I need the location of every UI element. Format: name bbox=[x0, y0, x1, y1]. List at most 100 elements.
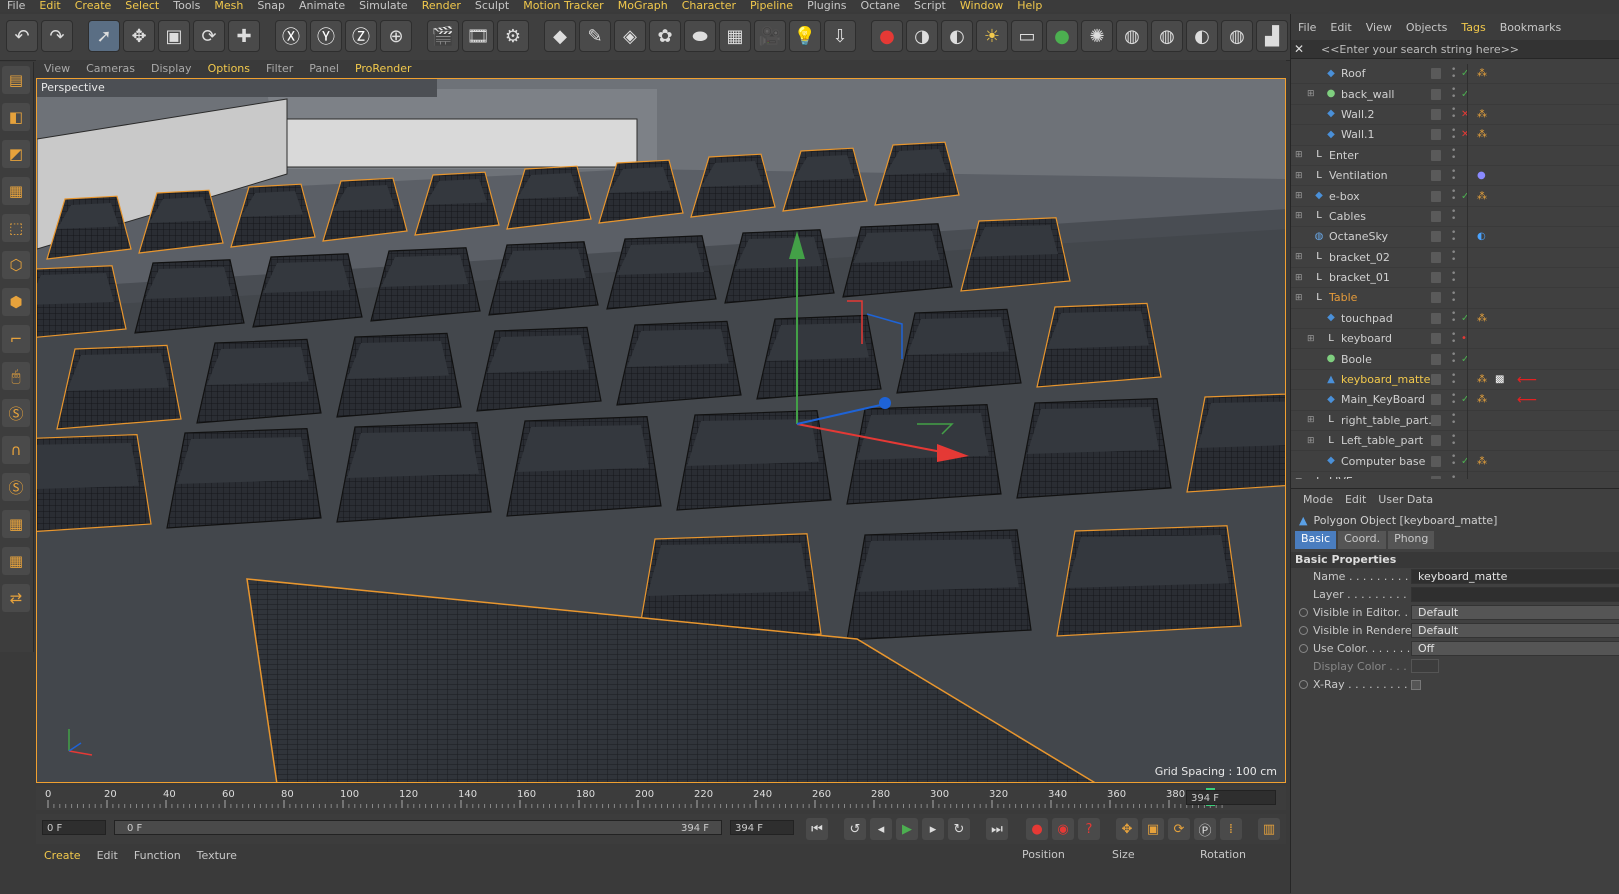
plane-icon[interactable]: ▦ bbox=[719, 20, 751, 52]
prev-key-icon[interactable]: ↺ bbox=[844, 818, 866, 840]
object-row[interactable]: ⊞ L Ventilation • • ● bbox=[1291, 166, 1619, 187]
redo-icon[interactable]: ↷ bbox=[41, 20, 73, 52]
object-row[interactable]: ◆ touchpad • • ✓ ⁂ bbox=[1291, 309, 1619, 330]
object-name[interactable]: Wall.1 bbox=[1341, 128, 1375, 141]
expand-toggle-icon[interactable]: ⊞ bbox=[1307, 415, 1317, 425]
axis-mode-icon[interactable]: ⌐ bbox=[2, 325, 30, 353]
object-name[interactable]: e-box bbox=[1329, 190, 1360, 203]
visibility-dots-icon[interactable]: •• bbox=[1451, 371, 1456, 387]
object-name[interactable]: Wall.2 bbox=[1341, 108, 1375, 121]
menu-select[interactable]: Select bbox=[118, 0, 166, 12]
property-dropdown[interactable]: Default bbox=[1411, 605, 1619, 620]
octane-sun-icon[interactable]: ☀ bbox=[976, 20, 1008, 52]
visibility-dots-icon[interactable]: •• bbox=[1451, 351, 1456, 367]
property-dropdown[interactable]: Default bbox=[1411, 623, 1619, 638]
object-row[interactable]: ● Boole • • ✓ bbox=[1291, 349, 1619, 370]
om-menu-edit[interactable]: Edit bbox=[1323, 21, 1358, 34]
menu-render[interactable]: Render bbox=[415, 0, 468, 12]
material-tag-icon[interactable]: ⁂ bbox=[1477, 191, 1487, 202]
expand-toggle-icon[interactable]: ⊞ bbox=[1295, 293, 1305, 303]
viewport-perspective[interactable]: Perspective Grid Spacing : 100 cm bbox=[36, 78, 1286, 783]
object-row[interactable]: ▲ keyboard_matte • • ⁂ ▩ ⟵ bbox=[1291, 370, 1619, 391]
menu-sculpt[interactable]: Sculpt bbox=[468, 0, 516, 12]
property-text-field[interactable]: keyboard_matte bbox=[1411, 569, 1619, 584]
sphere-tag-icon[interactable]: ● bbox=[1477, 170, 1486, 181]
object-row[interactable]: ⊞ Lbracket_01 • • bbox=[1291, 268, 1619, 289]
cloner-icon[interactable]: ✿ bbox=[649, 20, 681, 52]
lock-workplane-icon[interactable]: ▦ bbox=[2, 510, 30, 538]
layer-icon[interactable] bbox=[1431, 149, 1441, 161]
octane-glass-icon[interactable]: ◍ bbox=[1151, 20, 1183, 52]
viewport-menu-view[interactable]: View bbox=[36, 62, 78, 75]
layer-icon[interactable] bbox=[1431, 68, 1441, 80]
snap-icon[interactable]: Ⓢ bbox=[2, 473, 30, 501]
enabled-check-icon[interactable]: ✓ bbox=[1461, 354, 1469, 365]
enabled-check-icon[interactable]: ✓ bbox=[1461, 313, 1469, 324]
om-menu-bookmarks[interactable]: Bookmarks bbox=[1493, 21, 1568, 34]
y-axis-icon[interactable]: Ⓨ bbox=[310, 20, 342, 52]
layer-icon[interactable] bbox=[1431, 88, 1441, 100]
next-key-icon[interactable]: ↻ bbox=[948, 818, 970, 840]
property-text-field[interactable] bbox=[1411, 587, 1619, 602]
menu-window[interactable]: Window bbox=[953, 0, 1010, 12]
light-icon[interactable]: 💡 bbox=[789, 20, 821, 52]
layer-icon[interactable] bbox=[1431, 414, 1441, 426]
max-frame-field[interactable]: 394 F bbox=[730, 820, 794, 835]
visibility-dots-icon[interactable]: •• bbox=[1451, 147, 1456, 163]
play-icon[interactable]: ▶ bbox=[896, 818, 918, 840]
enabled-check-icon[interactable]: ✓ bbox=[1461, 68, 1469, 79]
octane-mat-icon[interactable]: ● bbox=[1046, 20, 1078, 52]
expand-toggle-icon[interactable]: ⊞ bbox=[1295, 252, 1305, 262]
visibility-dots-icon[interactable]: •• bbox=[1451, 453, 1456, 469]
workplane-mode-icon[interactable]: ▦ bbox=[2, 177, 30, 205]
xyz-icon[interactable]: ⇄ bbox=[2, 584, 30, 612]
object-name[interactable]: bracket_01 bbox=[1329, 271, 1390, 284]
frame-range-slider[interactable]: 0 F 394 F bbox=[114, 820, 722, 835]
object-name[interactable]: keyboard_matte bbox=[1341, 373, 1430, 386]
render-picture-viewer-icon[interactable]: 🎞 bbox=[462, 20, 494, 52]
material-menu-create[interactable]: Create bbox=[36, 849, 89, 862]
tab-phong[interactable]: Phong bbox=[1388, 531, 1435, 549]
menu-script[interactable]: Script bbox=[907, 0, 953, 12]
object-name[interactable]: bracket_02 bbox=[1329, 251, 1390, 264]
layer-icon[interactable] bbox=[1431, 394, 1441, 406]
layer-icon[interactable] bbox=[1431, 210, 1441, 222]
object-row[interactable]: ⊞ L Enter • • bbox=[1291, 146, 1619, 166]
visibility-dots-icon[interactable]: •• bbox=[1451, 65, 1456, 81]
edge-mode-icon[interactable]: ⬡ bbox=[2, 251, 30, 279]
object-mode-icon[interactable]: ◧ bbox=[2, 103, 30, 131]
menu-help[interactable]: Help bbox=[1010, 0, 1049, 12]
object-row[interactable]: ⊞ Lbracket_02 • • bbox=[1291, 248, 1619, 268]
material-tag-icon[interactable]: ⁂ bbox=[1477, 109, 1487, 120]
object-name[interactable]: right_table_part.1 bbox=[1341, 414, 1439, 427]
expand-toggle-icon[interactable]: ⊞ bbox=[1295, 191, 1305, 201]
object-name[interactable]: Boole bbox=[1341, 353, 1372, 366]
enabled-check-icon[interactable]: ✓ bbox=[1461, 191, 1469, 202]
visibility-dots-icon[interactable]: •• bbox=[1451, 269, 1456, 285]
animate-radio-icon[interactable] bbox=[1299, 680, 1308, 689]
octane-metal-icon[interactable]: ◍ bbox=[1221, 20, 1253, 52]
animate-radio-icon[interactable] bbox=[1299, 644, 1308, 653]
menu-octane[interactable]: Octane bbox=[853, 0, 907, 12]
add-object-icon[interactable]: ✚ bbox=[228, 20, 260, 52]
viewport-menu-filter[interactable]: Filter bbox=[258, 62, 301, 75]
solo-mode-icon[interactable]: Ⓢ bbox=[2, 399, 30, 427]
layer-icon[interactable] bbox=[1431, 292, 1441, 304]
animate-radio-icon[interactable] bbox=[1299, 626, 1308, 635]
octane-live-icon[interactable]: ◑ bbox=[906, 20, 938, 52]
object-name[interactable]: LIVE bbox=[1329, 475, 1353, 479]
material-menu-texture[interactable]: Texture bbox=[189, 849, 245, 862]
visibility-dots-icon[interactable]: •• bbox=[1451, 228, 1456, 244]
object-name[interactable]: Enter bbox=[1329, 149, 1359, 162]
current-frame-field[interactable]: 0 F bbox=[42, 820, 106, 835]
layer-icon[interactable] bbox=[1431, 333, 1441, 345]
object-row[interactable]: ⊞ L Cables • • bbox=[1291, 207, 1619, 228]
object-name[interactable]: Table bbox=[1329, 291, 1357, 304]
world-coord-icon[interactable]: ⊕ bbox=[380, 20, 412, 52]
visibility-dots-icon[interactable]: •• bbox=[1451, 310, 1456, 326]
layer-icon[interactable] bbox=[1431, 353, 1441, 365]
key-scale-icon[interactable]: ▣ bbox=[1142, 818, 1164, 840]
object-name[interactable]: Cables bbox=[1329, 210, 1366, 223]
menu-motion-tracker[interactable]: Motion Tracker bbox=[516, 0, 610, 12]
enabled-check-icon[interactable]: ✓ bbox=[1461, 89, 1469, 100]
